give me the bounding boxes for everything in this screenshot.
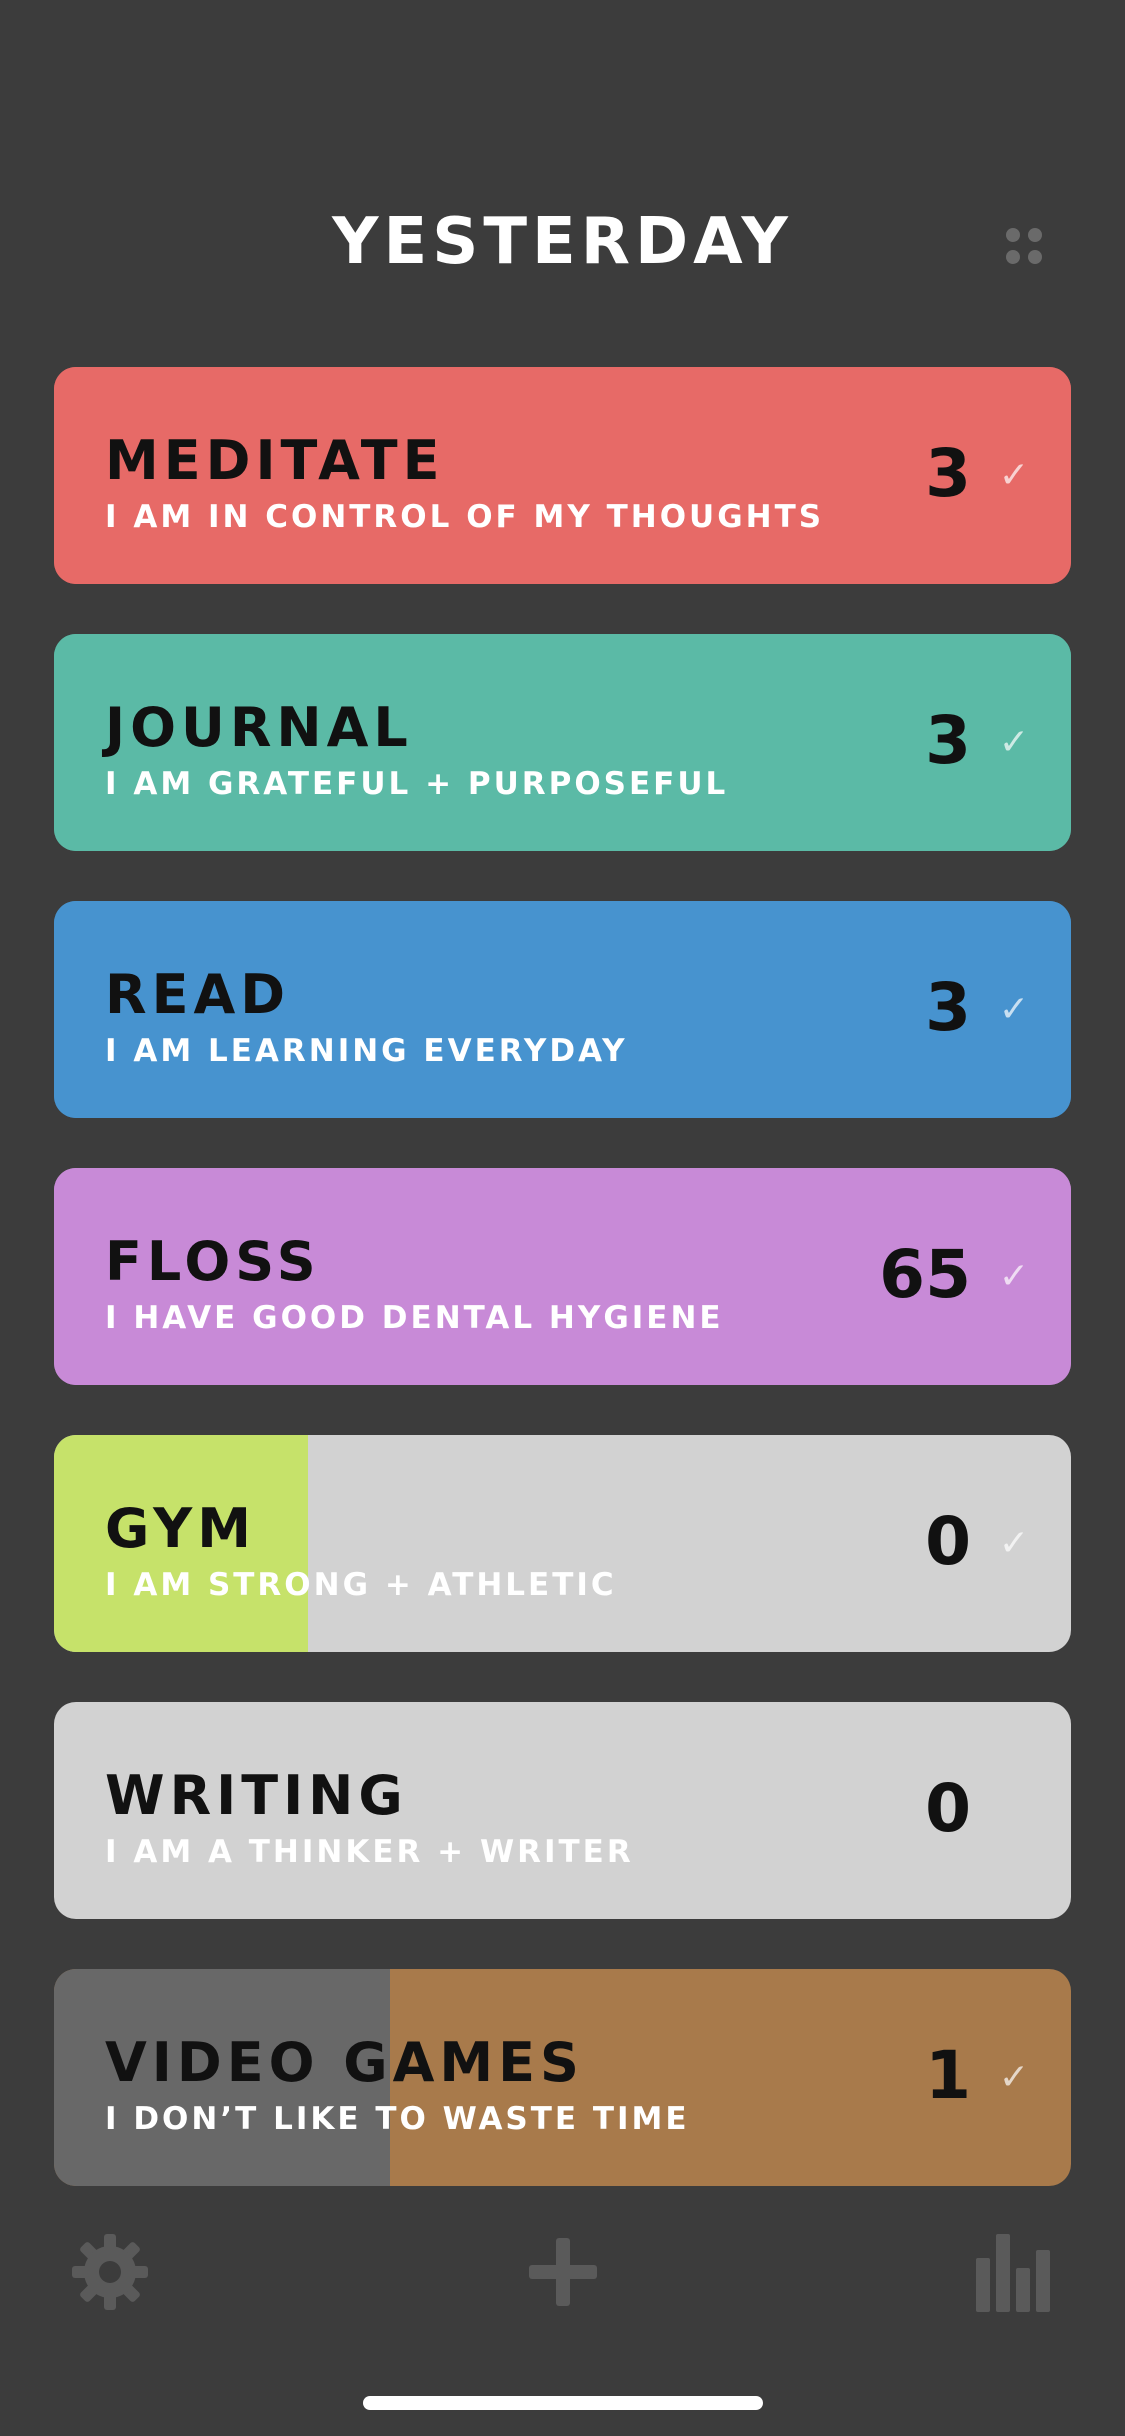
habit-card-meditate[interactable]: MEDITATE I AM IN CONTROL OF MY THOUGHTS … [54,367,1071,584]
bar-chart-icon-graphic [976,2234,1050,2312]
habit-name: MEDITATE [105,429,445,492]
habit-name: JOURNAL [105,696,413,759]
bar-chart-icon[interactable] [972,2228,1058,2314]
habit-name: VIDEO GAMES [105,2031,584,2094]
grid-dot [1028,250,1042,264]
habit-affirmation: I AM GRATEFUL + PURPOSEFUL [105,766,729,802]
habit-count: 0 [925,1503,971,1580]
habit-count: 0 [925,1770,971,1847]
habit-count: 65 [879,1236,971,1313]
habit-affirmation: I AM LEARNING EVERYDAY [105,1033,628,1069]
habit-name: WRITING [105,1764,408,1827]
page-title: YESTERDAY [332,205,793,279]
plus-icon-graphic [529,2238,597,2306]
habit-list: MEDITATE I AM IN CONTROL OF MY THOUGHTS … [54,367,1071,2236]
app-screen: YESTERDAY MEDITATE I AM IN CONTROL OF MY… [0,0,1125,2436]
habit-count: 3 [925,435,971,512]
grid-dot [1028,228,1042,242]
grid-dot [1006,250,1020,264]
habit-affirmation: I DON’T LIKE TO WASTE TIME [105,2101,690,2137]
habit-card-floss[interactable]: FLOSS I HAVE GOOD DENTAL HYGIENE 65 ✓ [54,1168,1071,1385]
habit-card-journal[interactable]: JOURNAL I AM GRATEFUL + PURPOSEFUL 3 ✓ [54,634,1071,851]
check-icon[interactable]: ✓ [999,1523,1029,1564]
gear-icon[interactable] [70,2232,150,2312]
plus-icon[interactable] [523,2232,603,2312]
habit-count: 3 [925,969,971,1046]
habit-affirmation: I AM STRONG + ATHLETIC [105,1567,617,1603]
habit-card-gym[interactable]: GYM I AM STRONG + ATHLETIC 0 ✓ [54,1435,1071,1652]
check-icon[interactable]: ✓ [999,455,1029,496]
check-icon[interactable]: ✓ [999,989,1029,1030]
habit-card-video-games[interactable]: VIDEO GAMES I DON’T LIKE TO WASTE TIME 1… [54,1969,1071,2186]
habit-name: GYM [105,1497,256,1560]
habit-name: READ [105,963,291,1026]
habit-card-writing[interactable]: WRITING I AM A THINKER + WRITER 0 [54,1702,1071,1919]
habit-name: FLOSS [105,1230,321,1293]
habit-count: 3 [925,702,971,779]
grid-dots-icon[interactable] [1006,228,1046,268]
habit-card-read[interactable]: READ I AM LEARNING EVERYDAY 3 ✓ [54,901,1071,1118]
habit-affirmation: I AM A THINKER + WRITER [105,1834,634,1870]
habit-affirmation: I AM IN CONTROL OF MY THOUGHTS [105,499,825,535]
check-icon[interactable]: ✓ [999,722,1029,763]
gear-icon-graphic [72,2234,148,2310]
habit-count: 1 [925,2037,971,2114]
home-indicator[interactable] [363,2396,763,2410]
grid-dot [1006,228,1020,242]
habit-affirmation: I HAVE GOOD DENTAL HYGIENE [105,1300,724,1336]
check-icon[interactable]: ✓ [999,1256,1029,1297]
check-icon[interactable]: ✓ [999,2057,1029,2098]
